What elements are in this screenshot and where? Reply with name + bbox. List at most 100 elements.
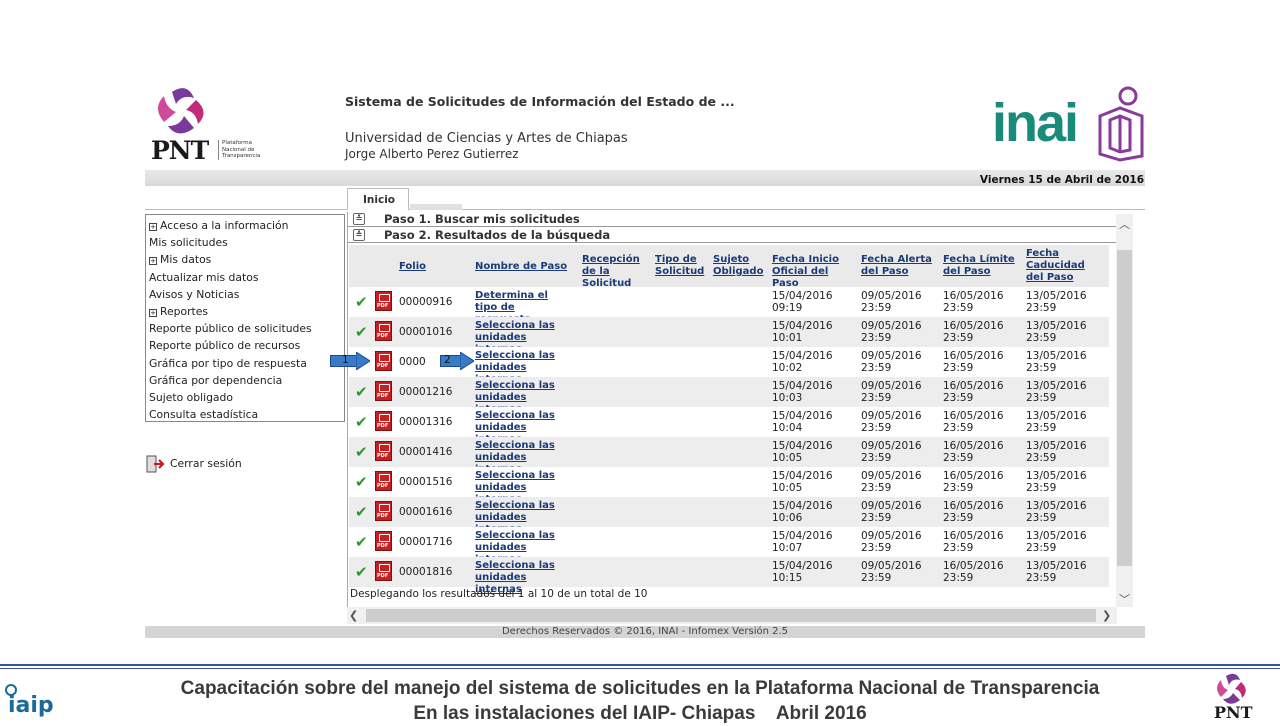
fecha-alerta-cell: 09/05/2016 23:59 — [861, 530, 922, 554]
fecha-alerta-time: 23:59 — [861, 512, 892, 524]
header-nombre-paso[interactable]: Nombre de Paso — [475, 261, 567, 273]
sidebar-item-mis-datos[interactable]: + Mis datos — [149, 251, 344, 268]
header-fecha-limite[interactable]: Fecha Límite del Paso — [943, 254, 1015, 278]
fecha-limite-date: 16/05/2016 — [943, 320, 1004, 332]
sidebar-item-label: Acceso a la información — [160, 219, 289, 232]
sidebar-item-avisos-y-noticias[interactable]: Avisos y Noticias — [149, 286, 344, 303]
pdf-icon[interactable]: PDF — [375, 411, 392, 431]
scroll-up-icon[interactable]: ︿ — [1116, 216, 1133, 232]
fecha-limite-cell: 16/05/2016 23:59 — [943, 500, 1004, 524]
header-tipo[interactable]: Tipo de Solicitud — [655, 254, 705, 278]
pdf-icon[interactable]: PDF — [375, 501, 392, 521]
fecha-alerta-date: 09/05/2016 — [861, 350, 922, 362]
sidebar-item-actualizar-mis-datos[interactable]: Actualizar mis datos — [149, 269, 344, 286]
folio-cell: 00001616 — [399, 506, 453, 518]
fecha-limite-cell: 16/05/2016 23:59 — [943, 470, 1004, 494]
sidebar-item-label: Mis datos — [160, 253, 212, 267]
fecha-alerta-time: 23:59 — [861, 572, 892, 584]
sidebar-item-sujeto-obligado[interactable]: Sujeto obligado — [149, 389, 344, 406]
fecha-limite-time: 23:59 — [943, 392, 974, 404]
fecha-inicio-cell: 15/04/2016 10:01 — [772, 320, 833, 344]
sidebar-item-consulta-estadística[interactable]: Consulta estadística — [149, 406, 344, 423]
fecha-limite-date: 16/05/2016 — [943, 380, 1004, 392]
header-fecha-inicio[interactable]: Fecha Inicio Oficial del Paso — [772, 254, 856, 290]
header-sujeto[interactable]: Sujeto Obligado — [713, 254, 763, 278]
step-2-label: Paso 2. Resultados de la búsqueda — [384, 228, 611, 242]
fecha-limite-date: 16/05/2016 — [943, 290, 1004, 302]
scroll-right-icon[interactable]: ❯ — [1102, 609, 1111, 622]
fecha-caducidad-date: 13/05/2016 — [1026, 440, 1087, 452]
fecha-limite-cell: 16/05/2016 23:59 — [943, 530, 1004, 554]
table-row: ✔PDF00001616Selecciona las unidades inte… — [349, 497, 1109, 535]
header-fecha-alerta[interactable]: Fecha Alerta del Paso — [861, 254, 933, 278]
step-1-bar[interactable]: ≚ Paso 1. Buscar mis solicitudes — [348, 212, 1116, 227]
fecha-caducidad-cell: 13/05/2016 23:59 — [1026, 350, 1087, 374]
sidebar-item-gráfica-por-dependencia[interactable]: Gráfica por dependencia — [149, 372, 344, 389]
arrow-1-label: 1 — [342, 354, 349, 366]
header-recepcion[interactable]: Recepción de la Solicitud — [582, 254, 652, 290]
footer-rule — [0, 664, 1280, 669]
pdf-icon[interactable]: PDF — [375, 531, 392, 551]
pdf-icon-label: PDF — [377, 333, 389, 339]
pdf-icon[interactable]: PDF — [375, 381, 392, 401]
pdf-icon[interactable]: PDF — [375, 471, 392, 491]
sidebar-item-label: Gráfica por tipo de respuesta — [149, 356, 307, 370]
fecha-alerta-time: 23:59 — [861, 482, 892, 494]
sidebar-item-label: Reporte público de solicitudes — [149, 322, 312, 336]
tab-inicio[interactable]: Inicio — [347, 188, 409, 211]
pdf-icon[interactable]: PDF — [375, 291, 392, 311]
fecha-inicio-time: 10:04 — [772, 422, 803, 434]
collapse-icon[interactable]: ≙ — [353, 229, 365, 241]
header-fecha-caducidad[interactable]: Fecha Caducidad del Paso — [1026, 248, 1100, 284]
check-icon: ✔ — [355, 383, 368, 401]
pdf-icon-label: PDF — [377, 513, 389, 519]
fecha-caducidad-time: 23:59 — [1026, 482, 1057, 494]
fecha-caducidad-date: 13/05/2016 — [1026, 500, 1087, 512]
table-header: Folio Nombre de Paso Recepción de la Sol… — [349, 245, 1109, 290]
fecha-limite-time: 23:59 — [943, 542, 974, 554]
pdf-icon[interactable]: PDF — [375, 351, 392, 371]
pdf-icon[interactable]: PDF — [375, 441, 392, 461]
sidebar-item-mis-solicitudes[interactable]: Mis solicitudes — [149, 234, 344, 251]
expand-box-icon[interactable]: + — [149, 257, 157, 266]
iaip-mark-icon: iaip — [5, 684, 54, 718]
fecha-inicio-time: 10:15 — [772, 572, 803, 584]
check-icon: ✔ — [355, 323, 368, 341]
expand-box-icon[interactable]: + — [149, 223, 157, 231]
check-icon: ✔ — [355, 503, 368, 521]
fecha-caducidad-date: 13/05/2016 — [1026, 320, 1087, 332]
pdf-icon[interactable]: PDF — [375, 321, 392, 341]
step-2-bar[interactable]: ≙ Paso 2. Resultados de la búsqueda — [348, 228, 1116, 243]
pnt-logo-small: PNT — [1212, 672, 1278, 722]
logout-link[interactable]: Cerrar sesión — [146, 455, 242, 473]
fecha-alerta-date: 09/05/2016 — [861, 290, 922, 302]
check-icon: ✔ — [355, 293, 368, 311]
footer-title: Capacitación sobre del manejo del sistem… — [0, 676, 1280, 726]
fecha-caducidad-cell: 13/05/2016 23:59 — [1026, 500, 1087, 524]
sidebar-item-reporte-público-de-recursos[interactable]: Reporte público de recursos — [149, 337, 344, 354]
fecha-caducidad-date: 13/05/2016 — [1026, 560, 1087, 572]
sidebar-item-reportes[interactable]: + Reportes — [149, 303, 344, 320]
arrow-head-icon — [356, 352, 370, 370]
table-row: ✔ PDF 00001816 Selecciona las unidades inte… — [349, 557, 1109, 595]
fecha-limite-cell: 16/05/2016 23:59 — [943, 320, 1004, 344]
sidebar-item-gráfica-por-tipo-de-respuesta[interactable]: Gráfica por tipo de respuesta — [149, 355, 344, 372]
scroll-left-icon[interactable]: ❮ — [349, 609, 358, 622]
scroll-down-icon[interactable]: ﹀ — [1116, 591, 1133, 607]
sidebar-item-reporte-público-de-solicitudes[interactable]: Reporte público de solicitudes — [149, 320, 344, 337]
fecha-alerta-cell: 09/05/2016 23:59 — [861, 380, 922, 404]
header-folio[interactable]: Folio — [399, 261, 426, 273]
pdf-icon[interactable]: PDF — [375, 561, 392, 581]
sidebar-item-acceso-a-la-información[interactable]: + Acceso a la información — [149, 217, 344, 234]
fecha-alerta-date: 09/05/2016 — [861, 440, 922, 452]
fecha-alerta-time: 23:59 — [861, 362, 892, 374]
horizontal-scroll-thumb[interactable] — [366, 609, 1096, 622]
vertical-scroll-thumb[interactable] — [1117, 250, 1132, 566]
table-row: ✔PDF00001016Selecciona las unidades inte… — [349, 317, 1109, 355]
fecha-alerta-cell: 09/05/2016 23:59 — [861, 320, 922, 344]
expand-box-icon[interactable]: + — [149, 308, 157, 317]
fecha-limite-date: 16/05/2016 — [943, 440, 1004, 452]
expand-icon[interactable]: ≚ — [353, 213, 365, 225]
fecha-inicio-cell: 15/04/2016 09:19 — [772, 290, 833, 314]
iaip-logo-text: iaip — [8, 693, 54, 718]
